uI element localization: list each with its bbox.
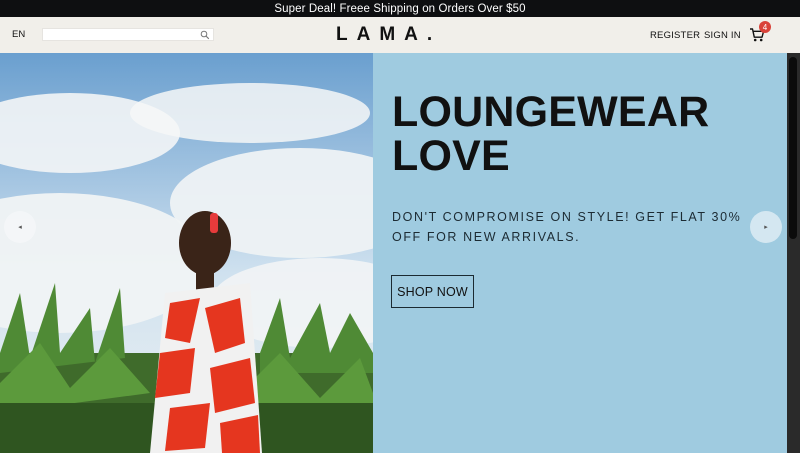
brand-logo[interactable]: LAMA.	[336, 24, 441, 46]
announcement-bar: Super Deal! Freee Shipping on Orders Ove…	[0, 0, 800, 17]
hero-image	[0, 53, 373, 453]
cart-count-badge: 4	[759, 21, 771, 33]
slider-next-button[interactable]: ▸	[750, 211, 782, 243]
hero-photo-illustration	[0, 53, 373, 453]
page-scrollbar-thumb[interactable]	[789, 57, 797, 239]
chevron-left-icon: ◂	[18, 224, 22, 231]
hero-title-line1: LOUNGEWEAR	[392, 88, 710, 136]
shop-now-button[interactable]: SHOP NOW	[391, 275, 474, 308]
search-input[interactable]	[43, 33, 213, 45]
search-container	[42, 28, 214, 45]
chevron-right-icon: ▸	[764, 224, 768, 231]
announcement-text: Super Deal! Freee Shipping on Orders Ove…	[274, 2, 526, 15]
hero-description: DON'T COMPROMISE ON STYLE! GET FLAT 30% …	[392, 210, 742, 244]
signin-link[interactable]: SIGN IN	[704, 30, 741, 41]
hero-title: LOUNGEWEAR LOVE	[392, 90, 709, 178]
register-link[interactable]: REGISTER	[650, 30, 700, 41]
search-icon[interactable]	[200, 30, 210, 40]
hero-title-line2: LOVE	[392, 132, 510, 180]
language-selector[interactable]: EN	[12, 29, 25, 40]
slider-prev-button[interactable]: ◂	[4, 211, 36, 243]
navbar: EN LAMA. REGISTER SIGN IN 4	[0, 17, 800, 53]
